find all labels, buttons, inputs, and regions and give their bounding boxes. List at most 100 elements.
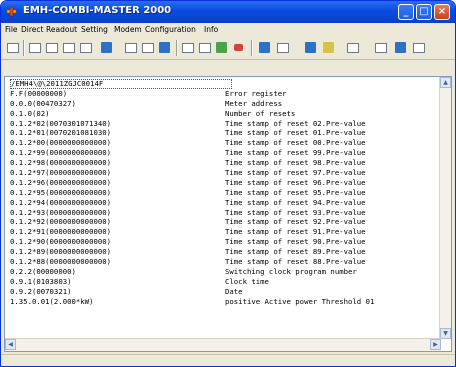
vertical-scrollbar[interactable]: ▲ ▼ bbox=[439, 77, 451, 339]
readout-line: 0.1.0(02) Number of resets bbox=[10, 109, 440, 119]
application-window: EMH-COMBI-MASTER 2000 _ □ × File Direct … bbox=[0, 0, 456, 367]
layout-icon[interactable] bbox=[411, 40, 426, 55]
chart-icon[interactable] bbox=[123, 40, 138, 55]
delete-icon[interactable] bbox=[303, 40, 318, 55]
value-description: Time stamp of reset 97.Pre-value bbox=[225, 168, 366, 178]
readout-line: 0.1.2*02(0070301071340) Time stamp of res… bbox=[10, 119, 440, 129]
close-button[interactable]: × bbox=[434, 4, 450, 20]
value-description: Time stamp of reset 89.Pre-value bbox=[225, 247, 366, 257]
value-description: Time stamp of reset 88.Pre-value bbox=[225, 257, 366, 267]
readout-line: 0.9.2(0070321) Date bbox=[10, 287, 440, 297]
save-icon[interactable] bbox=[214, 40, 229, 55]
graph-icon[interactable] bbox=[140, 40, 155, 55]
obis-code: 1.35.0.01(2.000*kW) bbox=[10, 296, 94, 306]
value-description: Time stamp of reset 95.Pre-value bbox=[225, 187, 366, 197]
download-icon[interactable] bbox=[197, 40, 212, 55]
device-icon[interactable] bbox=[180, 40, 195, 55]
nav-icon[interactable] bbox=[345, 40, 360, 55]
status-bar bbox=[1, 354, 455, 366]
log-icon[interactable] bbox=[61, 40, 76, 55]
readout-line: 0.1.2*90(0000000000000) Time stamp of res… bbox=[10, 237, 440, 247]
obis-code: 0.1.0(02) bbox=[10, 108, 50, 118]
obis-code: 0.1.2*88(0000000000000) bbox=[10, 257, 112, 267]
obis-code: 0.1.2*96(0000000000000) bbox=[10, 177, 112, 187]
value-description: Error register bbox=[225, 88, 287, 98]
value-description: Time stamp of reset 98.Pre-value bbox=[225, 158, 366, 168]
scroll-right-button[interactable]: ▶ bbox=[430, 339, 441, 350]
value-description: Switching clock program number bbox=[225, 266, 357, 276]
value-description: Time stamp of reset 01.Pre-value bbox=[225, 128, 366, 138]
menu-modem[interactable]: Modem bbox=[114, 25, 142, 34]
scroll-left-button[interactable]: ◀ bbox=[5, 339, 16, 350]
readout-line: /EMH4\@\2011ZGJC0014F bbox=[10, 79, 232, 89]
readout-line: 0.1.2*89(0000000000000) Time stamp of res… bbox=[10, 247, 440, 257]
read-icon[interactable] bbox=[5, 40, 20, 55]
menu-direct[interactable]: Direct bbox=[21, 25, 43, 34]
readout-line: 0.1.2*98(0000000000000) Time stamp of res… bbox=[10, 158, 440, 168]
window-icon[interactable] bbox=[373, 40, 388, 55]
value-description: Time stamp of reset 93.Pre-value bbox=[225, 207, 366, 217]
toolbar-separator bbox=[23, 40, 25, 56]
obis-code: 0.1.2*93(0000000000000) bbox=[10, 207, 112, 217]
readout-line: 0.1.2*99(0000000000000) Time stamp of res… bbox=[10, 148, 440, 158]
cut-icon[interactable] bbox=[275, 40, 290, 55]
menu-setting[interactable]: Setting bbox=[81, 25, 108, 34]
obis-code: 0.9.1(0103803) bbox=[10, 276, 72, 286]
scroll-down-button[interactable]: ▼ bbox=[440, 328, 451, 339]
readout-lines: /EMH4\@\2011ZGJC0014F F.F(00000000) Error … bbox=[10, 79, 440, 306]
meter-icon[interactable] bbox=[99, 40, 114, 55]
obis-code: 0.1.2*00(0000000000000) bbox=[10, 138, 112, 148]
readout-line: 0.1.2*01(0070201081030) Time stamp of res… bbox=[10, 128, 440, 138]
readout-line: 1.35.0.01(2.000*kW) positive Active power… bbox=[10, 297, 440, 307]
readout-line: 0.1.2*95(0000000000000) Time stamp of res… bbox=[10, 188, 440, 198]
value-description: Time stamp of reset 92.Pre-value bbox=[225, 217, 366, 227]
scroll-up-button[interactable]: ▲ bbox=[440, 77, 451, 88]
register-icon[interactable] bbox=[27, 40, 42, 55]
minimize-button[interactable]: _ bbox=[398, 4, 414, 20]
copy-icon[interactable] bbox=[257, 40, 272, 55]
value-description: positive Active power Threshold 01 bbox=[225, 296, 375, 306]
readout-line: 0.9.1(0103803) Clock time bbox=[10, 277, 440, 287]
value-description: Time stamp of reset 96.Pre-value bbox=[225, 177, 366, 187]
maximize-button[interactable]: □ bbox=[416, 4, 432, 20]
horizontal-scrollbar[interactable]: ◀ ▶ bbox=[5, 338, 441, 351]
value-description: Time stamp of reset 02.Pre-value bbox=[225, 118, 366, 128]
tool-icon bbox=[6, 6, 17, 17]
readout-line: 0.2.2(00000000) Switching clock program n… bbox=[10, 267, 440, 277]
toolbar-separator bbox=[251, 40, 253, 56]
load-profile-icon[interactable] bbox=[44, 40, 59, 55]
settings-icon[interactable] bbox=[321, 40, 336, 55]
value-description: Time stamp of reset 91.Pre-value bbox=[225, 227, 366, 237]
table-icon[interactable] bbox=[78, 40, 93, 55]
menu-info[interactable]: Info bbox=[204, 25, 218, 34]
menu-readout[interactable]: Readout bbox=[46, 25, 77, 34]
obis-code: /EMH4\@\2011ZGJC0014F bbox=[11, 79, 104, 88]
toolbar bbox=[1, 37, 455, 60]
readout-line: 0.1.2*93(0000000000000) Time stamp of res… bbox=[10, 208, 440, 218]
obis-code: 0.2.2(00000000) bbox=[10, 266, 76, 276]
obis-code: 0.0.0(00470327) bbox=[10, 98, 76, 108]
readout-line: F.F(00000000) Error register bbox=[10, 89, 440, 99]
menu-bar: File Direct Readout Setting Modem Config… bbox=[1, 23, 455, 37]
menu-configuration[interactable]: Configuration bbox=[145, 25, 196, 34]
grid-icon[interactable] bbox=[157, 40, 172, 55]
title-bar[interactable]: EMH-COMBI-MASTER 2000 _ □ × bbox=[1, 1, 455, 23]
obis-code: 0.1.2*98(0000000000000) bbox=[10, 158, 112, 168]
readout-line: 0.1.2*88(0000000000000) Time stamp of res… bbox=[10, 257, 440, 267]
readout-line: 0.1.2*91(0000000000000) Time stamp of res… bbox=[10, 227, 440, 237]
readout-line: 0.1.2*00(0000000000000) Time stamp of res… bbox=[10, 138, 440, 148]
print-icon[interactable] bbox=[231, 40, 246, 55]
readout-line: 0.1.2*92(0000000000000) Time stamp of res… bbox=[10, 217, 440, 227]
toolbar-separator bbox=[176, 40, 178, 56]
add-icon[interactable] bbox=[393, 40, 408, 55]
readout-line: 0.1.2*96(0000000000000) Time stamp of res… bbox=[10, 178, 440, 188]
obis-code: 0.1.2*89(0000000000000) bbox=[10, 247, 112, 257]
obis-code: 0.1.2*97(0000000000000) bbox=[10, 168, 112, 178]
readout-text-area[interactable]: /EMH4\@\2011ZGJC0014F F.F(00000000) Error … bbox=[4, 76, 452, 352]
menu-file[interactable]: File bbox=[5, 25, 18, 34]
value-description: Time stamp of reset 00.Pre-value bbox=[225, 138, 366, 148]
obis-code: 0.1.2*01(0070201081030) bbox=[10, 128, 112, 138]
value-description: Date bbox=[225, 286, 243, 296]
obis-code: 0.1.2*95(0000000000000) bbox=[10, 187, 112, 197]
obis-code: 0.1.2*99(0000000000000) bbox=[10, 148, 112, 158]
